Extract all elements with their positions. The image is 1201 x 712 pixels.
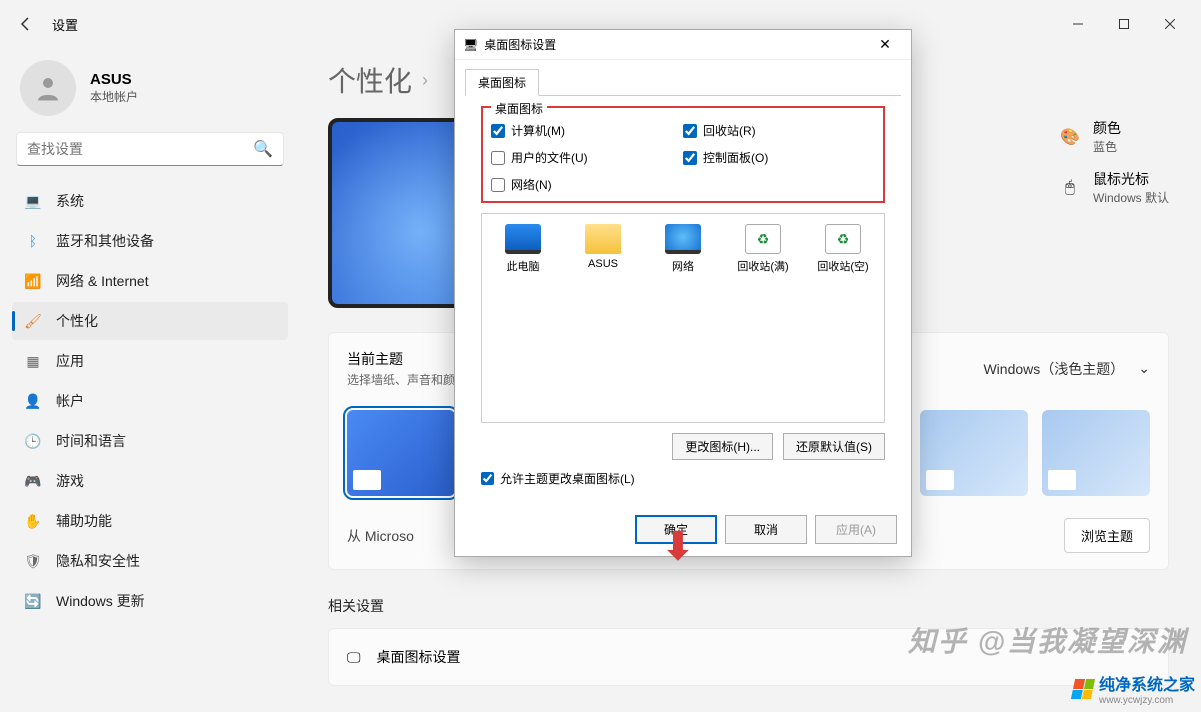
theme-thumb-6[interactable]: [1042, 410, 1150, 496]
apply-button[interactable]: 应用(A): [815, 515, 897, 544]
chevron-down-icon[interactable]: ⌄: [1138, 360, 1150, 377]
maximize-button[interactable]: [1101, 8, 1147, 40]
folder-icon: [585, 224, 621, 254]
account-icon: 👤: [24, 392, 42, 410]
cursor-icon: 🖱: [1059, 177, 1081, 199]
shield-icon: 🛡: [24, 552, 42, 570]
dialog-title: 桌面图标设置: [484, 36, 556, 53]
update-icon: 🔄: [24, 592, 42, 610]
preview-binfull[interactable]: 回收站(满): [732, 224, 794, 274]
back-button[interactable]: [8, 6, 44, 42]
store-text: 从 Microso: [347, 526, 414, 546]
bluetooth-icon: ᛒ: [24, 232, 42, 250]
tab-desktop-icons[interactable]: 桌面图标: [465, 69, 539, 96]
checkbox-allow-themes[interactable]: 允许主题更改桌面图标(L): [481, 470, 885, 487]
checkbox-network[interactable]: 网络(N): [491, 176, 683, 193]
icon-group-box: 桌面图标 计算机(M) 回收站(R) 用户的文件(U) 控制面板(O) 网络(N…: [481, 106, 885, 203]
gamepad-icon: 🎮: [24, 472, 42, 490]
theme-selector-label[interactable]: Windows（浅色主题）: [983, 359, 1124, 379]
breadcrumb-root[interactable]: 个性化: [328, 60, 412, 100]
annotation-arrow: ⬇: [662, 524, 694, 569]
brush-icon: 🖌: [24, 312, 42, 330]
user-subtitle: 本地帐户: [90, 88, 138, 105]
nav-windows-update[interactable]: 🔄Windows 更新: [12, 582, 288, 620]
theme-title: 当前主题: [347, 349, 455, 369]
nav-time-language[interactable]: 🕒时间和语言: [12, 422, 288, 460]
globe-icon: [665, 224, 701, 254]
nav-personalization[interactable]: 🖌个性化: [12, 302, 288, 340]
theme-subtitle: 选择墙纸、声音和颜: [347, 371, 455, 388]
theme-thumb-5[interactable]: [920, 410, 1028, 496]
monitor-icon: [505, 224, 541, 254]
nav-system[interactable]: 💻系统: [12, 182, 288, 220]
checkbox-control[interactable]: 控制面板(O): [683, 149, 875, 166]
recycle-full-icon: [745, 224, 781, 254]
change-icon-button[interactable]: 更改图标(H)...: [672, 433, 773, 460]
option-color[interactable]: 🎨 颜色 蓝色: [1059, 118, 1169, 155]
desktop-icon-settings-dialog: 🖥 桌面图标设置 ✕ 桌面图标 桌面图标 计算机(M) 回收站(R) 用户的文件…: [454, 29, 912, 557]
group-title: 桌面图标: [491, 100, 547, 117]
preview-asus[interactable]: ASUS: [572, 224, 634, 270]
dialog-close-button[interactable]: ✕: [867, 36, 903, 53]
icon-preview-box: 此电脑 ASUS 网络 回收站(满) 回收站(空): [481, 213, 885, 423]
preview-binempty[interactable]: 回收站(空): [812, 224, 874, 274]
minimize-button[interactable]: [1055, 8, 1101, 40]
nav-accessibility[interactable]: ✋辅助功能: [12, 502, 288, 540]
user-name: ASUS: [90, 71, 138, 88]
option-cursor[interactable]: 🖱 鼠标光标 Windows 默认: [1059, 169, 1169, 206]
nav-apps[interactable]: ▦应用: [12, 342, 288, 380]
avatar: [20, 60, 76, 116]
window-title: 设置: [52, 15, 78, 34]
palette-icon: 🎨: [1059, 126, 1081, 148]
nav-privacy[interactable]: 🛡隐私和安全性: [12, 542, 288, 580]
close-button[interactable]: [1147, 8, 1193, 40]
checkbox-computer[interactable]: 计算机(M): [491, 122, 683, 139]
browse-themes-button[interactable]: 浏览主题: [1064, 518, 1150, 553]
watermark-brand: 纯净系统之家 www.ycwjzy.com: [1073, 671, 1195, 706]
restore-defaults-button[interactable]: 还原默认值(S): [783, 433, 885, 460]
preview-thispc[interactable]: 此电脑: [492, 224, 554, 274]
nav-gaming[interactable]: 🎮游戏: [12, 462, 288, 500]
theme-thumb-1[interactable]: [347, 410, 455, 496]
wifi-icon: 📶: [24, 272, 42, 290]
preview-network[interactable]: 网络: [652, 224, 714, 274]
nav-accounts[interactable]: 👤帐户: [12, 382, 288, 420]
related-settings-title: 相关设置: [328, 596, 1169, 616]
clock-icon: 🕒: [24, 432, 42, 450]
monitor-icon: 🖵: [347, 649, 361, 666]
search-input-container[interactable]: 🔍: [16, 132, 284, 166]
checkbox-userfiles[interactable]: 用户的文件(U): [491, 149, 683, 166]
search-input[interactable]: [27, 141, 253, 157]
nav-bluetooth[interactable]: ᛒ蓝牙和其他设备: [12, 222, 288, 260]
nav-network[interactable]: 📶网络 & Internet: [12, 262, 288, 300]
user-profile[interactable]: ASUS 本地帐户: [12, 48, 288, 132]
search-icon: 🔍: [253, 139, 273, 159]
hand-icon: ✋: [24, 512, 42, 530]
windows-logo-icon: [1071, 679, 1095, 699]
cancel-button[interactable]: 取消: [725, 515, 807, 544]
dialog-icon: 🖥: [463, 38, 478, 52]
apps-icon: ▦: [24, 352, 42, 370]
recycle-empty-icon: [825, 224, 861, 254]
chevron-right-icon: ›: [422, 70, 428, 91]
watermark-zhihu: 知乎 @当我凝望深渊: [908, 620, 1187, 660]
system-icon: 💻: [24, 192, 42, 210]
checkbox-recycle[interactable]: 回收站(R): [683, 122, 875, 139]
